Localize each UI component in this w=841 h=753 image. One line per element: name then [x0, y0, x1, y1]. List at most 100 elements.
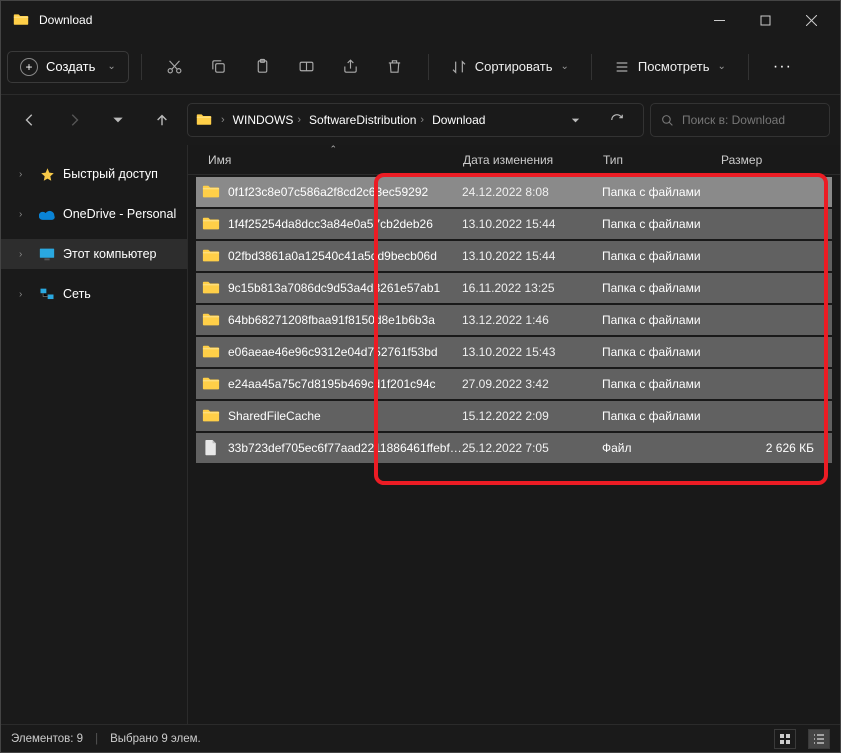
- cloud-icon: [39, 206, 55, 222]
- sidebar: › Быстрый доступ › OneDrive - Personal ›…: [1, 145, 188, 724]
- file-row[interactable]: 0f1f23c8e07c586a2f8cd2c63ec5929224.12.20…: [196, 177, 832, 207]
- sidebar-item-label: Быстрый доступ: [63, 167, 158, 181]
- breadcrumb[interactable]: SoftwareDistribution›: [306, 109, 427, 131]
- breadcrumb[interactable]: Download: [429, 109, 488, 131]
- sidebar-item-label: Сеть: [63, 287, 91, 301]
- chevron-down-icon: ⌄: [107, 61, 115, 72]
- col-type[interactable]: Тип: [597, 145, 715, 174]
- explorer-window: Download + Создать ⌄ Сортировать ⌄ Посмо…: [0, 0, 841, 753]
- file-row[interactable]: 64bb68271208fbaa91f8150d8e1b6b3a13.12.20…: [196, 305, 832, 335]
- sort-label: Сортировать: [475, 59, 553, 74]
- sidebar-item-label: Этот компьютер: [63, 247, 156, 261]
- file-list: 0f1f23c8e07c586a2f8cd2c63ec5929224.12.20…: [188, 175, 840, 465]
- minimize-button[interactable]: [696, 1, 742, 39]
- file-date: 13.10.2022 15:43: [462, 345, 602, 359]
- sidebar-item-network[interactable]: › Сеть: [1, 279, 187, 309]
- file-row[interactable]: e06aeae46e96c9312e04d752761f53bd13.10.20…: [196, 337, 832, 367]
- file-name: 0f1f23c8e07c586a2f8cd2c63ec59292: [228, 185, 462, 199]
- separator: [428, 54, 429, 80]
- file-type: Папка с файлами: [602, 185, 724, 199]
- separator: [591, 54, 592, 80]
- chevron-right-icon: ›: [19, 249, 31, 260]
- view-icon: [614, 59, 630, 75]
- file-date: 15.12.2022 2:09: [462, 409, 602, 423]
- chevron-down-icon: ⌄: [718, 61, 726, 72]
- file-row[interactable]: SharedFileCache15.12.2022 2:09Папка с фа…: [196, 401, 832, 431]
- file-type: Папка с файлами: [602, 409, 724, 423]
- sidebar-item-this-pc[interactable]: › Этот компьютер: [1, 239, 187, 269]
- file-row[interactable]: 9c15b813a7086dc9d53a4d8261e57ab116.11.20…: [196, 273, 832, 303]
- network-icon: [39, 286, 55, 302]
- folder-icon: [13, 13, 29, 27]
- cut-button[interactable]: [154, 47, 196, 87]
- col-date[interactable]: Дата изменения: [457, 145, 597, 174]
- separator: [748, 54, 749, 80]
- breadcrumb[interactable]: WINDOWS›: [230, 109, 304, 131]
- file-icon: [202, 440, 220, 456]
- folder-icon: [202, 376, 220, 392]
- paste-button[interactable]: [242, 47, 284, 87]
- folder-icon: [196, 113, 212, 127]
- folder-icon: [202, 280, 220, 296]
- share-button[interactable]: [330, 47, 372, 87]
- file-date: 27.09.2022 3:42: [462, 377, 602, 391]
- status-selected: Выбрано 9 элем.: [110, 733, 201, 745]
- folder-icon: [202, 344, 220, 360]
- address-bar[interactable]: › WINDOWS› SoftwareDistribution› Downloa…: [187, 103, 644, 137]
- file-pane: Имя ⌃ Дата изменения Тип Размер 0f1f23c8…: [188, 145, 840, 724]
- back-button[interactable]: [11, 102, 49, 138]
- file-type: Папка с файлами: [602, 249, 724, 263]
- view-mode-details[interactable]: [808, 729, 830, 749]
- new-button[interactable]: + Создать ⌄: [7, 51, 129, 83]
- file-row[interactable]: 1f4f25254da8dcc3a84e0a57cb2deb2613.10.20…: [196, 209, 832, 239]
- file-row[interactable]: 33b723def705ec6f77aad2211886461ffebfe...…: [196, 433, 832, 463]
- plus-icon: +: [20, 58, 38, 76]
- address-dropdown[interactable]: [555, 103, 595, 137]
- new-label: Создать: [46, 59, 95, 74]
- file-name: e24aa45a75c7d8195b469cd1f201c94c: [228, 377, 462, 391]
- file-type: Папка с файлами: [602, 345, 724, 359]
- more-button[interactable]: ···: [761, 58, 804, 76]
- refresh-button[interactable]: [597, 103, 637, 137]
- sort-button[interactable]: Сортировать ⌄: [441, 53, 579, 81]
- search-box[interactable]: Поиск в: Download: [650, 103, 830, 137]
- file-date: 24.12.2022 8:08: [462, 185, 602, 199]
- file-date: 16.11.2022 13:25: [462, 281, 602, 295]
- file-type: Папка с файлами: [602, 217, 724, 231]
- col-name[interactable]: Имя ⌃: [202, 145, 457, 174]
- view-label: Посмотреть: [638, 59, 710, 74]
- file-row[interactable]: e24aa45a75c7d8195b469cd1f201c94c27.09.20…: [196, 369, 832, 399]
- sort-asc-icon: ⌃: [330, 145, 338, 155]
- status-count: Элементов: 9: [11, 733, 83, 745]
- delete-button[interactable]: [374, 47, 416, 87]
- file-date: 13.10.2022 15:44: [462, 249, 602, 263]
- view-mode-tiles[interactable]: [774, 729, 796, 749]
- view-button[interactable]: Посмотреть ⌄: [604, 53, 736, 81]
- close-button[interactable]: [788, 1, 834, 39]
- file-type: Папка с файлами: [602, 313, 724, 327]
- file-name: 9c15b813a7086dc9d53a4d8261e57ab1: [228, 281, 462, 295]
- up-button[interactable]: [143, 102, 181, 138]
- sidebar-item-quick-access[interactable]: › Быстрый доступ: [1, 159, 187, 189]
- sidebar-item-label: OneDrive - Personal: [63, 207, 176, 221]
- address-bar-row: › WINDOWS› SoftwareDistribution› Downloa…: [1, 95, 840, 145]
- chevron-right-icon: ›: [19, 209, 31, 220]
- file-row[interactable]: 02fbd3861a0a12540c41a5dd9becb06d13.10.20…: [196, 241, 832, 271]
- separator: [141, 54, 142, 80]
- titlebar[interactable]: Download: [1, 1, 840, 39]
- folder-icon: [202, 408, 220, 424]
- rename-button[interactable]: [286, 47, 328, 87]
- maximize-button[interactable]: [742, 1, 788, 39]
- file-date: 13.10.2022 15:44: [462, 217, 602, 231]
- folder-icon: [202, 248, 220, 264]
- sidebar-item-onedrive[interactable]: › OneDrive - Personal: [1, 199, 187, 229]
- breadcrumb-chevron[interactable]: ›: [218, 110, 228, 130]
- forward-button[interactable]: [55, 102, 93, 138]
- folder-icon: [202, 216, 220, 232]
- window-title: Download: [39, 13, 92, 27]
- copy-button[interactable]: [198, 47, 240, 87]
- file-date: 13.12.2022 1:46: [462, 313, 602, 327]
- recent-dropdown[interactable]: [99, 102, 137, 138]
- col-size[interactable]: Размер: [715, 145, 840, 174]
- chevron-down-icon: ⌄: [560, 61, 568, 72]
